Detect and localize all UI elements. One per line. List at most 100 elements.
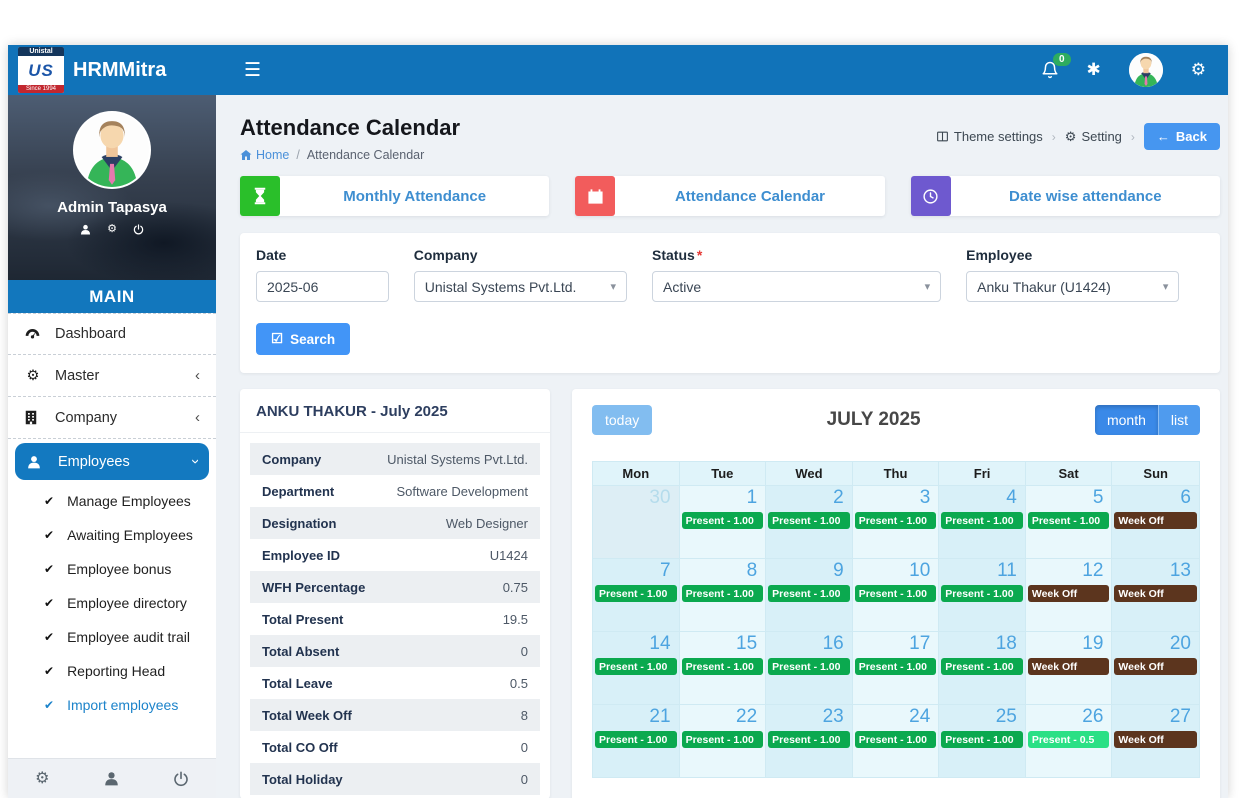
attendance-event[interactable]: Week Off <box>1114 658 1197 675</box>
summary-row: Department Software Development <box>250 475 540 507</box>
calendar-cell-day-11[interactable]: 11 Present - 1.00 <box>939 558 1026 631</box>
attendance-event[interactable]: Present - 1.00 <box>854 512 937 529</box>
attendance-event[interactable]: Present - 1.00 <box>768 585 850 602</box>
sidebar-subitem-manage-employees[interactable]: ✔ Manage Employees <box>8 484 216 518</box>
calendar-cell-day-25[interactable]: 25 Present - 1.00 <box>939 704 1026 777</box>
calendar-cell-day-22[interactable]: 22 Present - 1.00 <box>679 704 767 777</box>
calendar-week-row: 21 Present - 1.00 22 Present - 1.00 23 Presen… <box>593 704 1199 777</box>
attendance-event[interactable]: Present - 1.00 <box>1027 512 1110 529</box>
status-select[interactable]: Active ▾ <box>652 271 942 302</box>
apps-asterisk-icon[interactable]: ✱ <box>1087 60 1101 80</box>
calendar-cell-day-2[interactable]: 2 Present - 1.00 <box>766 485 853 558</box>
date-input[interactable]: 2025-06 <box>256 271 389 302</box>
profile-avatar[interactable] <box>73 111 151 189</box>
notifications-button[interactable]: 0 <box>1041 53 1071 79</box>
attendance-event[interactable]: Present - 1.00 <box>595 585 677 602</box>
attendance-event[interactable]: Week Off <box>1114 512 1197 529</box>
sidebar-subitem-employee-audit-trail[interactable]: ✔ Employee audit trail <box>8 620 216 654</box>
footer-user-icon[interactable] <box>104 771 119 786</box>
sidebar-item-dashboard[interactable]: Dashboard <box>8 314 216 355</box>
sidebar-item-company[interactable]: Company ‹ <box>8 397 216 439</box>
sidebar-item-master[interactable]: ⚙ Master ‹ <box>8 355 216 397</box>
breadcrumb-home-link[interactable]: Home <box>240 148 289 162</box>
attendance-event[interactable]: Present - 1.00 <box>941 658 1023 675</box>
sidebar-subitem-import-employees[interactable]: ✔ Import employees <box>8 688 216 722</box>
employee-select[interactable]: Anku Thakur (U1424) ▾ <box>966 271 1180 302</box>
tab-date-wise-attendance[interactable]: Date wise attendance <box>910 176 1220 216</box>
calendar-cell-day-23[interactable]: 23 Present - 1.00 <box>766 704 853 777</box>
back-button[interactable]: ← Back <box>1143 123 1220 150</box>
attendance-event[interactable]: Present - 1.00 <box>681 731 764 748</box>
attendance-event[interactable]: Week Off <box>1027 585 1110 602</box>
calendar-cell-day-19[interactable]: 19 Week Off <box>1025 631 1113 704</box>
setting-link[interactable]: ⚙ Setting <box>1065 129 1122 145</box>
attendance-event[interactable]: Present - 1.00 <box>941 585 1023 602</box>
calendar-cell-day-8[interactable]: 8 Present - 1.00 <box>679 558 767 631</box>
attendance-event[interactable]: Present - 1.00 <box>768 512 850 529</box>
profile-gear-icon[interactable]: ⚙ <box>107 224 117 235</box>
sidebar-subitem-employee-directory[interactable]: ✔ Employee directory <box>8 586 216 620</box>
footer-gear-icon[interactable]: ⚙ <box>35 770 49 787</box>
tab-attendance-calendar[interactable]: Attendance Calendar <box>575 176 885 216</box>
attendance-event[interactable]: Present - 1.00 <box>941 731 1023 748</box>
clock-icon <box>910 176 951 216</box>
sidebar-subitem-awaiting-employees[interactable]: ✔ Awaiting Employees <box>8 518 216 552</box>
settings-gear-icon[interactable]: ⚙ <box>1191 60 1206 80</box>
sidebar-subitem-reporting-head[interactable]: ✔ Reporting Head <box>8 654 216 688</box>
attendance-event[interactable]: Present - 1.00 <box>854 585 937 602</box>
calendar-cell-day-30[interactable]: 30 <box>593 485 680 558</box>
calendar-cell-day-21[interactable]: 21 Present - 1.00 <box>593 704 680 777</box>
day-number: 20 <box>1169 633 1191 654</box>
calendar-cell-day-1[interactable]: 1 Present - 1.00 <box>679 485 767 558</box>
calendar-cell-day-27[interactable]: 27 Week Off <box>1112 704 1199 777</box>
footer-power-icon[interactable] <box>173 771 189 787</box>
profile-power-icon[interactable] <box>133 224 144 235</box>
attendance-event[interactable]: Present - 1.00 <box>768 731 850 748</box>
attendance-event[interactable]: Present - 1.00 <box>768 658 850 675</box>
sidebar-subitem-employee-bonus[interactable]: ✔ Employee bonus <box>8 552 216 586</box>
calendar-cell-day-6[interactable]: 6 Week Off <box>1112 485 1199 558</box>
hamburger-menu-icon[interactable]: ☰ <box>244 59 261 82</box>
company-select[interactable]: Unistal Systems Pvt.Ltd. ▾ <box>413 271 628 302</box>
sidebar-item-employees[interactable]: Employees ‹ <box>15 443 209 480</box>
month-view-button[interactable]: month <box>1094 405 1158 435</box>
attendance-event[interactable]: Present - 1.00 <box>854 731 937 748</box>
navbar-avatar[interactable] <box>1128 53 1163 87</box>
attendance-event[interactable]: Week Off <box>1027 658 1110 675</box>
calendar-cell-day-7[interactable]: 7 Present - 1.00 <box>593 558 680 631</box>
attendance-event[interactable]: Present - 1.00 <box>595 658 677 675</box>
calendar-cell-day-12[interactable]: 12 Week Off <box>1025 558 1113 631</box>
attendance-event[interactable]: Present - 0.5 <box>1027 731 1110 748</box>
calendar-cell-day-20[interactable]: 20 Week Off <box>1112 631 1199 704</box>
attendance-event[interactable]: Week Off <box>1114 585 1197 602</box>
calendar-cell-day-18[interactable]: 18 Present - 1.00 <box>939 631 1026 704</box>
calendar-cell-day-14[interactable]: 14 Present - 1.00 <box>593 631 680 704</box>
attendance-event[interactable]: Present - 1.00 <box>681 512 764 529</box>
summary-row: Employee ID U1424 <box>250 539 540 571</box>
attendance-event[interactable]: Present - 1.00 <box>681 585 764 602</box>
calendar-cell-day-13[interactable]: 13 Week Off <box>1112 558 1199 631</box>
calendar-cell-day-15[interactable]: 15 Present - 1.00 <box>679 631 767 704</box>
attendance-event[interactable]: Present - 1.00 <box>595 731 677 748</box>
calendar-cell-day-3[interactable]: 3 Present - 1.00 <box>852 485 940 558</box>
search-button[interactable]: ☑ Search <box>256 323 351 355</box>
attendance-event[interactable]: Present - 1.00 <box>941 512 1023 529</box>
profile-user-icon[interactable] <box>80 224 91 235</box>
calendar-cell-day-9[interactable]: 9 Present - 1.00 <box>766 558 853 631</box>
attendance-event[interactable]: Present - 1.00 <box>854 658 937 675</box>
list-view-button[interactable]: list <box>1157 405 1200 435</box>
day-header-fri: Fri <box>939 462 1026 485</box>
calendar-cell-day-16[interactable]: 16 Present - 1.00 <box>766 631 853 704</box>
today-button[interactable]: today <box>592 405 653 435</box>
tab-monthly-attendance[interactable]: Monthly Attendance <box>240 176 550 216</box>
attendance-event[interactable]: Week Off <box>1114 731 1197 748</box>
calendar-cell-day-4[interactable]: 4 Present - 1.00 <box>939 485 1026 558</box>
brand[interactable]: Unistal US Since 1994 HRMMitra <box>8 47 216 93</box>
calendar-cell-day-10[interactable]: 10 Present - 1.00 <box>852 558 940 631</box>
attendance-event[interactable]: Present - 1.00 <box>681 658 764 675</box>
calendar-cell-day-5[interactable]: 5 Present - 1.00 <box>1025 485 1113 558</box>
theme-settings-link[interactable]: Theme settings <box>936 129 1043 144</box>
calendar-cell-day-24[interactable]: 24 Present - 1.00 <box>852 704 940 777</box>
calendar-cell-day-17[interactable]: 17 Present - 1.00 <box>852 631 940 704</box>
calendar-cell-day-26[interactable]: 26 Present - 0.5 <box>1025 704 1113 777</box>
